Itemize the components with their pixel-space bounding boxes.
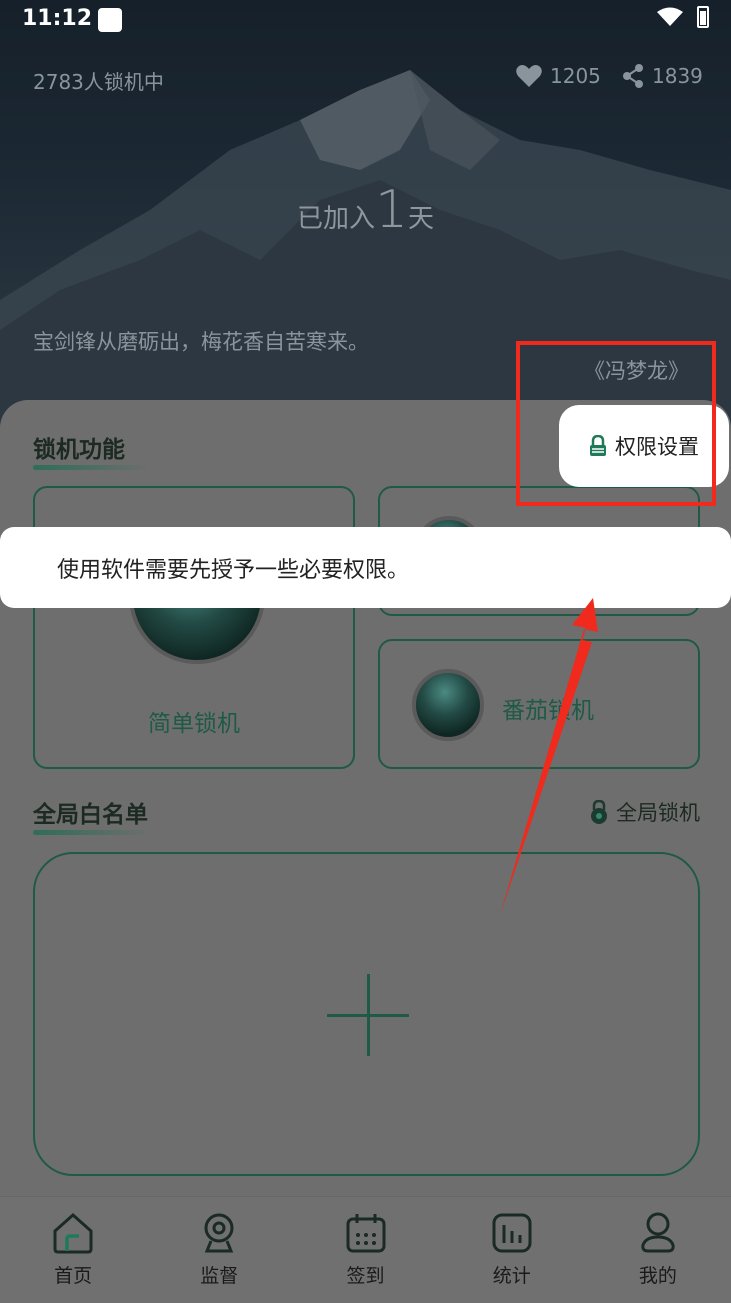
- tomato-lock-label: 番茄锁机: [502, 698, 594, 724]
- likes-count: 1205: [550, 64, 601, 88]
- nav-item-checkin[interactable]: 签到: [292, 1197, 438, 1303]
- title-underline: [33, 830, 151, 835]
- battery-icon: [697, 6, 709, 28]
- bottom-navigation: 首页 监督 签到 统计 我的: [0, 1196, 731, 1303]
- nav-label-checkin: 签到: [346, 1265, 385, 1287]
- shares-count: 1839: [652, 64, 703, 88]
- permission-tip-popup: 使用软件需要先授予一些必要权限。: [0, 527, 731, 608]
- home-icon: [53, 1212, 93, 1254]
- title-underline: [33, 465, 151, 470]
- status-bar: 11:12: [0, 0, 731, 44]
- global-lock-button[interactable]: 全局锁机: [590, 797, 700, 827]
- whitelist-section-title: 全局白名单: [33, 795, 151, 835]
- joined-prefix: 已加入: [296, 204, 375, 234]
- lock-count-text: 2783人锁机中: [33, 70, 164, 94]
- chart-icon: [492, 1213, 532, 1253]
- nav-label-stats: 统计: [492, 1265, 531, 1287]
- heart-icon: [516, 65, 542, 87]
- notification-icon: [98, 8, 122, 32]
- whitelist-add-area[interactable]: [33, 852, 700, 1176]
- highlight-box: [516, 341, 716, 506]
- add-icon-bar: [327, 1014, 409, 1017]
- nav-item-home[interactable]: 首页: [0, 1197, 146, 1303]
- global-lock-label: 全局锁机: [616, 801, 700, 825]
- calendar-icon: [346, 1214, 385, 1253]
- wifi-icon: [657, 7, 683, 26]
- joined-days-number: 1: [374, 180, 409, 240]
- likes-button[interactable]: 1205: [516, 64, 601, 88]
- lock-section-title: 锁机功能: [33, 430, 151, 470]
- tomato-lock-card[interactable]: 番茄锁机: [378, 639, 700, 769]
- status-time: 11:12: [22, 6, 93, 31]
- nav-item-stats[interactable]: 统计: [439, 1197, 585, 1303]
- share-icon: [623, 64, 643, 88]
- share-button[interactable]: 1839: [622, 64, 703, 88]
- lock-icon: [591, 800, 607, 824]
- simple-lock-label: 简单锁机: [148, 711, 240, 737]
- nav-label-profile: 我的: [638, 1265, 677, 1287]
- lock-section-title-text: 锁机功能: [33, 437, 125, 463]
- whitelist-section-title-text: 全局白名单: [33, 802, 148, 828]
- camera-icon: [204, 1213, 234, 1253]
- nav-label-home: 首页: [54, 1265, 93, 1287]
- joined-days: 已加入1天: [0, 180, 731, 240]
- tomato-lock-image: [412, 669, 484, 741]
- quote-text: 宝剑锋从磨砺出，梅花香自苦寒来。: [33, 330, 369, 354]
- nav-item-supervise[interactable]: 监督: [146, 1197, 292, 1303]
- tip-text: 使用软件需要先授予一些必要权限。: [57, 557, 410, 583]
- nav-label-supervise: 监督: [200, 1265, 239, 1287]
- person-icon: [641, 1212, 675, 1253]
- joined-suffix: 天: [408, 204, 435, 234]
- nav-item-profile[interactable]: 我的: [585, 1197, 731, 1303]
